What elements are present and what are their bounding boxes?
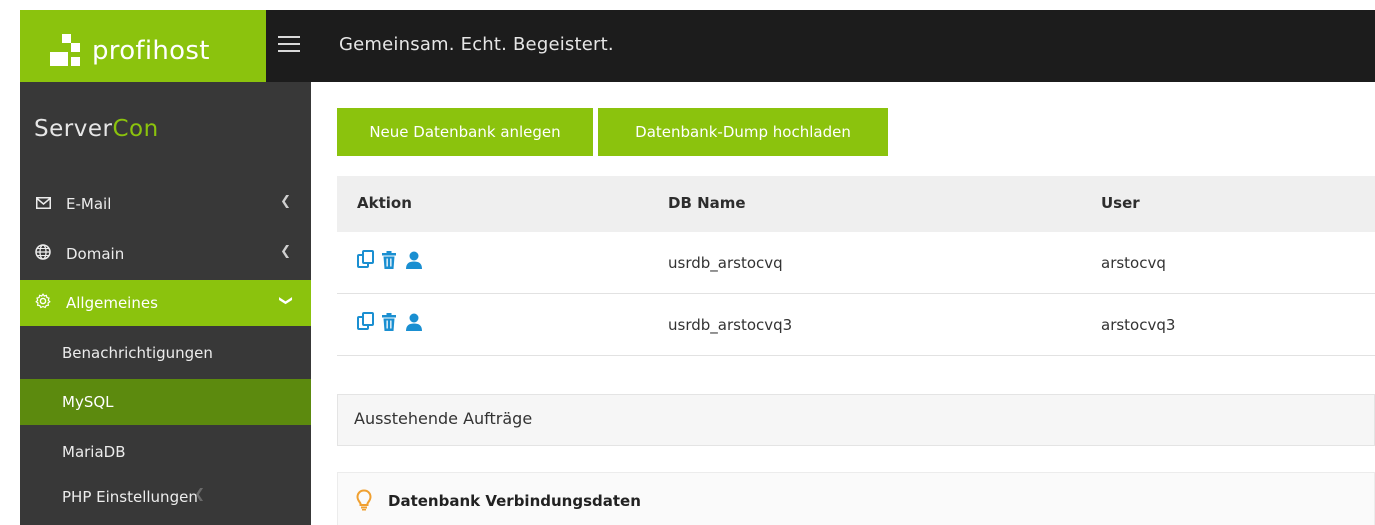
sidebar-brand: ServerCon [34, 116, 159, 142]
sidebar-subitem-benachrichtigungen[interactable]: Benachrichtigungen [20, 330, 311, 376]
row-actions [357, 312, 423, 332]
table-row: usrdb_arstocvq arstocvq [337, 232, 1375, 294]
chevron-down-icon: ❮ [278, 295, 294, 306]
profihost-logo[interactable]: profihost [20, 10, 266, 92]
sidebar-subitem-mariadb[interactable]: MariaDB [20, 429, 311, 475]
db-name-cell: usrdb_arstocvq [668, 254, 783, 272]
pending-jobs-title: Ausstehende Aufträge [354, 409, 533, 428]
sidebar-item-email[interactable]: E-Mail ❮ [20, 181, 311, 227]
copy-icon[interactable] [357, 312, 375, 332]
upload-dump-button[interactable]: Datenbank-Dump hochladen [598, 108, 888, 156]
lightbulb-icon [356, 489, 372, 511]
logo-mark-icon [50, 34, 80, 68]
sidebar-subitem-label: MariaDB [62, 443, 126, 461]
hamburger-menu-icon[interactable] [278, 36, 300, 52]
chevron-left-icon: ❮ [280, 244, 291, 259]
sidebar-item-label: Domain [66, 245, 125, 263]
chevron-left-icon: ❮ [280, 194, 291, 209]
globe-icon [32, 244, 54, 264]
new-database-button[interactable]: Neue Datenbank anlegen [337, 108, 593, 156]
table-row: usrdb_arstocvq3 arstocvq3 [337, 294, 1375, 356]
user-cell: arstocvq [1101, 254, 1166, 272]
connection-info-title: Datenbank Verbindungsdaten [388, 492, 641, 510]
sidebar-item-label: E-Mail [66, 195, 112, 213]
main-content: Neue Datenbank anlegen Datenbank-Dump ho… [311, 82, 1375, 525]
sidebar: ServerCon E-Mail ❮ Domain ❮ Allgemeines … [20, 82, 311, 525]
logo-text: profihost [92, 36, 210, 66]
user-cell: arstocvq3 [1101, 316, 1176, 334]
user-icon[interactable] [405, 312, 423, 332]
copy-icon[interactable] [357, 250, 375, 270]
connection-info-panel: Datenbank Verbindungsdaten [337, 472, 1375, 525]
column-header-db-name: DB Name [668, 194, 746, 212]
sidebar-subitem-mysql[interactable]: MySQL [20, 379, 311, 425]
trash-icon[interactable] [381, 312, 399, 332]
app-frame: profihost Gemeinsam. Echt. Begeistert. S… [0, 0, 1375, 525]
sidebar-item-allgemeines[interactable]: Allgemeines ❮ [20, 280, 311, 326]
sidebar-subitem-label: Benachrichtigungen [62, 344, 213, 362]
sidebar-subitem-php-einstellungen[interactable]: PHP Einstellungen ❮ [20, 474, 311, 520]
sidebar-item-label: Allgemeines [66, 294, 158, 312]
db-name-cell: usrdb_arstocvq3 [668, 316, 793, 334]
column-header-aktion: Aktion [357, 194, 412, 212]
row-actions [357, 250, 423, 270]
trash-icon[interactable] [381, 250, 399, 270]
pending-jobs-panel[interactable]: Ausstehende Aufträge [337, 394, 1375, 446]
chevron-left-icon: ❮ [194, 487, 205, 502]
sidebar-item-domain[interactable]: Domain ❮ [20, 231, 311, 277]
header-slogan: Gemeinsam. Echt. Begeistert. [339, 34, 614, 55]
column-header-user: User [1101, 194, 1140, 212]
sidebar-subitem-label: MySQL [62, 393, 114, 411]
database-table: Aktion DB Name User usrdb_arstocvq arsto… [337, 176, 1375, 356]
table-header: Aktion DB Name User [337, 176, 1375, 232]
user-icon[interactable] [405, 250, 423, 270]
gear-icon [32, 293, 54, 313]
sidebar-subitem-label: PHP Einstellungen [62, 488, 198, 506]
envelope-icon [32, 195, 54, 213]
